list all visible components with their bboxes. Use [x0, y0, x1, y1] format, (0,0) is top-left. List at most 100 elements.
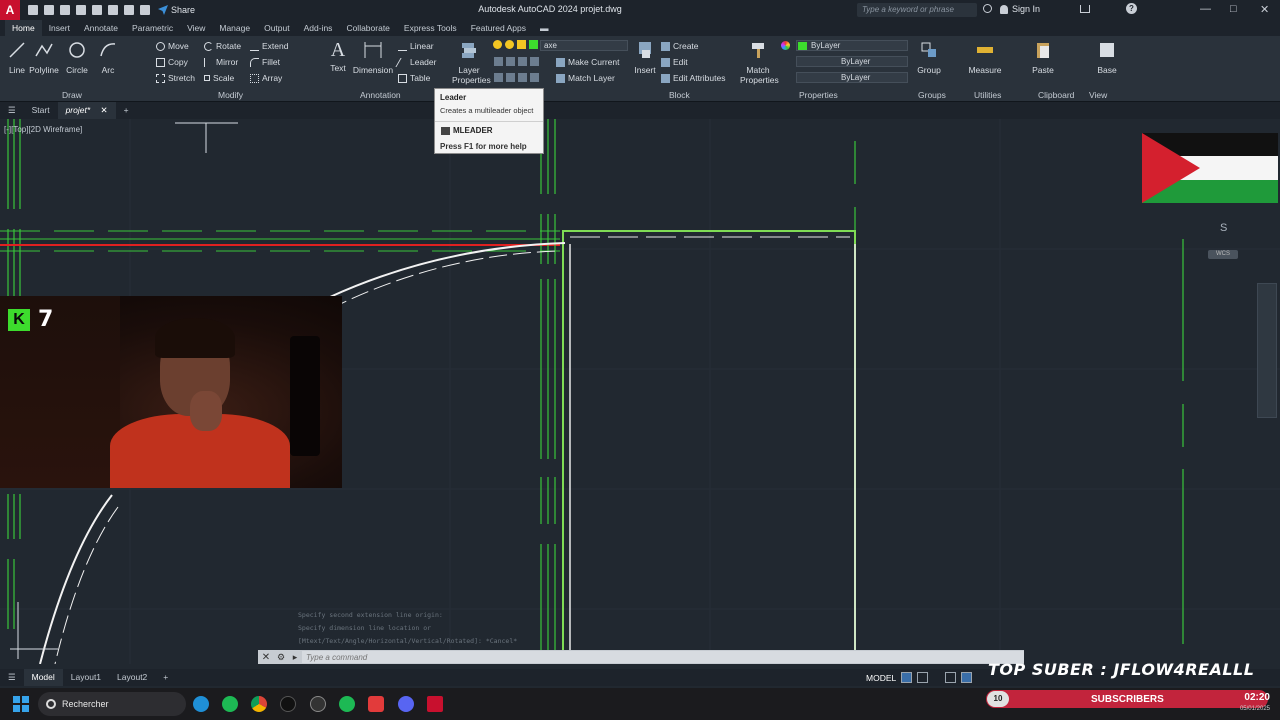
- match-properties-button[interactable]: Match Properties: [740, 40, 779, 85]
- arc-button[interactable]: Arc: [91, 40, 125, 75]
- create-block-button[interactable]: Create: [661, 41, 699, 51]
- new-tab-icon[interactable]: +: [116, 102, 137, 119]
- wcs-menu[interactable]: WCS: [1208, 250, 1238, 259]
- lock-icon[interactable]: [517, 40, 526, 49]
- autocad-app-menu-button[interactable]: A: [0, 0, 20, 20]
- tab-model[interactable]: Model: [23, 669, 63, 686]
- tab-add-ins[interactable]: Add-ins: [297, 20, 340, 36]
- redo-icon[interactable]: [140, 5, 150, 15]
- maximize-icon[interactable]: □: [1230, 3, 1237, 15]
- layer-color-icon[interactable]: [529, 40, 538, 49]
- search-icon[interactable]: [983, 4, 992, 13]
- tab-parametric[interactable]: Parametric: [125, 20, 180, 36]
- extend-button[interactable]: Extend: [250, 41, 288, 51]
- doc-menu-icon[interactable]: ☰: [0, 102, 24, 119]
- tab-insert[interactable]: Insert: [42, 20, 77, 36]
- autocad-taskbar-icon[interactable]: [427, 696, 443, 712]
- ribbon-minimize-icon[interactable]: ▬: [533, 20, 556, 36]
- move-button[interactable]: Move: [156, 41, 189, 51]
- tab-view[interactable]: View: [180, 20, 212, 36]
- sun-icon[interactable]: [505, 40, 514, 49]
- spotify-alt-icon[interactable]: [339, 696, 355, 712]
- taskbar-date[interactable]: 05/01/2025: [1222, 706, 1270, 712]
- tab-express-tools[interactable]: Express Tools: [397, 20, 464, 36]
- tiktok-icon[interactable]: [280, 696, 296, 712]
- color-dropdown[interactable]: ByLayer: [796, 40, 908, 51]
- copy-button[interactable]: Copy: [156, 57, 188, 67]
- layer-thaw-icon[interactable]: [518, 73, 527, 82]
- keyword-search-input[interactable]: Type a keyword or phrase: [857, 3, 977, 17]
- layer-on-icon[interactable]: [506, 73, 515, 82]
- layout-menu-icon[interactable]: ☰: [0, 669, 24, 686]
- close-command-line-icon[interactable]: ✕: [258, 652, 274, 663]
- tab-layout2[interactable]: Layout2: [109, 669, 155, 686]
- tab-collaborate[interactable]: Collaborate: [339, 20, 396, 36]
- save-as-icon[interactable]: [76, 5, 86, 15]
- measure-button[interactable]: Measure: [967, 40, 1003, 75]
- windows-start-icon[interactable]: [13, 696, 29, 712]
- layer-freeze-icon[interactable]: [518, 57, 527, 66]
- panel-title-draw[interactable]: Draw: [62, 90, 82, 100]
- layer-properties-button[interactable]: Layer Properties: [452, 40, 491, 85]
- navigation-bar[interactable]: [1257, 283, 1277, 418]
- insert-block-button[interactable]: Insert: [628, 40, 662, 75]
- panel-title-groups[interactable]: Groups: [918, 90, 946, 100]
- circle-button[interactable]: Circle: [60, 40, 94, 75]
- layer-isolate-icon[interactable]: [494, 57, 503, 66]
- streaming-app-icon[interactable]: [368, 696, 384, 712]
- viewport-controls-label[interactable]: [-][Top][2D Wireframe]: [4, 125, 82, 134]
- scale-button[interactable]: Scale: [204, 73, 234, 83]
- sign-in-button[interactable]: Sign In: [1000, 4, 1040, 14]
- tab-home[interactable]: Home: [5, 20, 42, 36]
- grid-toggle-icon[interactable]: [901, 672, 912, 683]
- group-button[interactable]: Group: [912, 40, 946, 75]
- layer-lock-icon[interactable]: [530, 57, 539, 66]
- color-swatch-icon[interactable]: [781, 41, 790, 50]
- add-layout-icon[interactable]: +: [155, 669, 176, 686]
- panel-title-properties[interactable]: Properties: [799, 90, 838, 100]
- panel-title-annotation[interactable]: Annotation: [360, 90, 401, 100]
- panel-title-view[interactable]: View: [1089, 90, 1107, 100]
- compass-south-label[interactable]: S: [1220, 222, 1227, 234]
- discord-icon[interactable]: [398, 696, 414, 712]
- close-tab-icon[interactable]: ✕: [101, 105, 108, 115]
- table-button[interactable]: Table: [398, 73, 430, 83]
- layer-unisolate-icon[interactable]: [494, 73, 503, 82]
- undo-icon[interactable]: [124, 5, 134, 15]
- layer-unlock-icon[interactable]: [530, 73, 539, 82]
- snap-mode-icon[interactable]: [917, 672, 928, 683]
- mirror-button[interactable]: Mirror: [204, 57, 238, 67]
- close-icon[interactable]: ✕: [1260, 3, 1269, 16]
- rotate-button[interactable]: Rotate: [204, 41, 241, 51]
- text-button[interactable]: A Text: [321, 40, 355, 73]
- linetype-dropdown[interactable]: ByLayer: [796, 56, 908, 67]
- edit-block-button[interactable]: Edit: [661, 57, 688, 67]
- panel-title-utilities[interactable]: Utilities: [974, 90, 1001, 100]
- tab-layout1[interactable]: Layout1: [63, 669, 109, 686]
- print-icon[interactable]: [108, 5, 118, 15]
- chrome-icon[interactable]: [251, 696, 267, 712]
- layer-off-icon[interactable]: [506, 57, 515, 66]
- fillet-button[interactable]: Fillet: [250, 57, 280, 67]
- paste-button[interactable]: Paste: [1026, 40, 1060, 75]
- make-current-button[interactable]: Make Current: [556, 57, 620, 67]
- polar-tracking-icon[interactable]: [961, 672, 972, 683]
- obs-icon[interactable]: [310, 696, 326, 712]
- save-icon[interactable]: [60, 5, 70, 15]
- taskbar-search-box[interactable]: Rechercher: [38, 692, 186, 716]
- help-icon[interactable]: ?: [1126, 3, 1137, 14]
- minimize-icon[interactable]: —: [1200, 3, 1211, 15]
- ortho-mode-icon[interactable]: [945, 672, 956, 683]
- layer-dropdown[interactable]: axe: [540, 40, 628, 51]
- web-mobile-icon[interactable]: [92, 5, 102, 15]
- model-space-toggle[interactable]: MODEL: [866, 673, 896, 683]
- polyline-button[interactable]: Polyline: [27, 40, 61, 75]
- doc-tab-projet[interactable]: projet* ✕: [57, 102, 116, 119]
- panel-title-block[interactable]: Block: [669, 90, 690, 100]
- open-file-icon[interactable]: [44, 5, 54, 15]
- taskbar-clock[interactable]: 02:20: [1222, 692, 1270, 703]
- command-input[interactable]: [302, 651, 1024, 663]
- base-view-button[interactable]: Base: [1090, 40, 1124, 75]
- tab-output[interactable]: Output: [257, 20, 297, 36]
- spotify-icon[interactable]: [222, 696, 238, 712]
